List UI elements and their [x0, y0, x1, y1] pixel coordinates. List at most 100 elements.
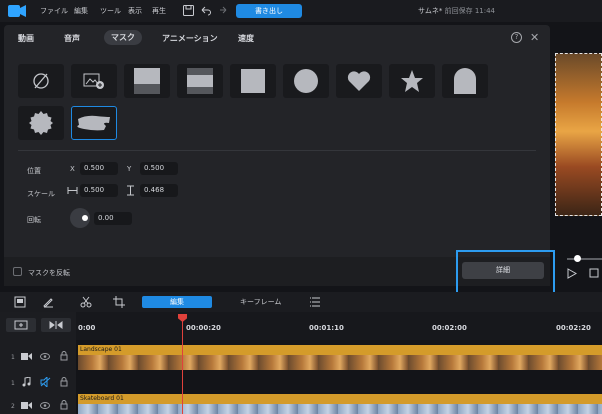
eye-icon[interactable]	[40, 401, 50, 410]
rotation-label: 回転	[27, 216, 41, 224]
scale-width-input[interactable]: 0.500	[80, 184, 118, 197]
snap-button[interactable]	[41, 318, 71, 332]
mask-star-tile[interactable]	[389, 64, 435, 98]
heart-mask-icon	[347, 71, 371, 91]
track-number: 2	[11, 403, 15, 410]
add-track-button[interactable]	[6, 318, 36, 332]
ruler-tick: 00:00:20	[186, 324, 221, 332]
square-mask-icon	[241, 69, 265, 93]
preview-image	[555, 53, 602, 216]
detail-button[interactable]: 詳細	[462, 262, 544, 279]
eye-icon[interactable]	[40, 352, 50, 361]
ruler-tick: 00:02:20	[556, 324, 591, 332]
position-y-input[interactable]: 0.500	[140, 162, 178, 175]
tab-speed[interactable]: 速度	[238, 33, 254, 44]
save-icon[interactable]	[182, 4, 195, 17]
menu-play[interactable]: 再生	[152, 6, 166, 16]
no-mask-icon	[33, 73, 49, 89]
ruler-tick: 00:02:00	[432, 324, 467, 332]
export-button[interactable]: 書き出し	[236, 4, 302, 18]
play-icon[interactable]	[567, 268, 577, 279]
scale-label: スケール	[27, 190, 55, 198]
position-x-label: X	[70, 165, 75, 173]
image-add-icon	[83, 73, 104, 89]
preview-scrubber[interactable]	[567, 258, 602, 260]
stop-icon[interactable]	[589, 268, 599, 278]
track-number: 1	[11, 354, 15, 361]
mask-arch-tile[interactable]	[442, 64, 488, 98]
invert-mask-label: マスクを反転	[28, 269, 70, 277]
mask-circle-tile[interactable]	[283, 64, 329, 98]
rotation-input[interactable]: 0.00	[94, 212, 132, 225]
rect-middle-mask-icon	[187, 68, 213, 94]
close-icon[interactable]: ✕	[530, 31, 539, 44]
help-icon[interactable]: ?	[511, 32, 522, 43]
scale-height-input[interactable]: 0.468	[140, 184, 178, 197]
divider	[18, 150, 536, 151]
tab-mask[interactable]: マスク	[104, 30, 142, 45]
position-label: 位置	[27, 167, 41, 175]
video-track-icon	[21, 402, 32, 409]
saved-time: 前回保存 11:44	[444, 7, 496, 15]
tab-video[interactable]: 動画	[18, 33, 34, 44]
mask-seal-tile[interactable]	[18, 106, 64, 140]
speaker-icon[interactable]	[40, 377, 51, 387]
mask-square-tile[interactable]	[230, 64, 276, 98]
tab-keyframe[interactable]: キーフレーム	[240, 297, 281, 307]
mask-brush-tile[interactable]	[71, 106, 117, 140]
height-icon	[127, 185, 134, 196]
video-clip[interactable]: Skateboard 01	[78, 394, 602, 414]
redo-icon[interactable]	[216, 4, 229, 17]
undo-icon[interactable]	[199, 4, 212, 17]
tab-audio[interactable]: 音声	[64, 33, 80, 44]
lock-icon[interactable]	[60, 351, 68, 361]
project-name: サムネ*	[418, 7, 443, 15]
rect-top-mask-icon	[134, 68, 160, 94]
crop-icon[interactable]	[113, 296, 125, 308]
seal-mask-icon	[29, 111, 53, 135]
ruler-tick: 0:00	[78, 324, 96, 332]
mask-heart-tile[interactable]	[336, 64, 382, 98]
rotation-dial-handle[interactable]	[82, 215, 88, 221]
brush-mask-icon	[77, 115, 110, 131]
clip-name: Skateboard 01	[80, 395, 124, 402]
menu-file[interactable]: ファイル	[40, 6, 68, 16]
add-track-icon	[14, 320, 28, 330]
menu-edit[interactable]: 編集	[74, 6, 88, 16]
menu-view[interactable]: 表示	[128, 6, 142, 16]
position-y-label: Y	[127, 165, 132, 173]
clip-name: Landscape 01	[80, 346, 122, 353]
clip-thumbnails	[78, 355, 602, 370]
layout-icon[interactable]	[14, 296, 26, 308]
playhead[interactable]	[182, 318, 183, 414]
mask-rect-middle-tile[interactable]	[177, 64, 223, 98]
ruler-tick: 00:01:10	[309, 324, 344, 332]
pen-icon[interactable]	[42, 296, 54, 308]
video-track-icon	[21, 353, 32, 360]
width-icon	[67, 187, 78, 194]
lock-icon[interactable]	[60, 377, 68, 387]
mask-image-tile[interactable]	[71, 64, 117, 98]
invert-mask-checkbox[interactable]	[13, 267, 22, 276]
window-title: サムネ* 前回保存 11:44	[418, 6, 495, 16]
menu-tools[interactable]: ツール	[100, 6, 121, 16]
scissors-icon[interactable]	[80, 296, 92, 308]
property-tabs: 動画 音声 マスク アニメーション 速度	[4, 25, 550, 53]
circle-mask-icon	[294, 69, 318, 93]
preview-scrubber-handle[interactable]	[574, 255, 581, 262]
mask-none-tile[interactable]	[18, 64, 64, 98]
mask-rect-top-tile[interactable]	[124, 64, 170, 98]
tab-animation[interactable]: アニメーション	[162, 33, 218, 44]
music-icon	[22, 377, 31, 387]
rotation-dial[interactable]	[70, 208, 90, 228]
track-number: 1	[11, 380, 15, 387]
list-icon[interactable]	[309, 296, 321, 308]
snap-icon	[49, 321, 63, 329]
app-logo-icon	[8, 5, 26, 17]
clip-thumbnails	[78, 404, 602, 414]
position-x-input[interactable]: 0.500	[80, 162, 118, 175]
lock-icon[interactable]	[60, 400, 68, 410]
video-clip[interactable]: Landscape 01	[78, 345, 602, 370]
tab-edit[interactable]: 編集	[142, 296, 212, 308]
arch-mask-icon	[454, 68, 476, 94]
